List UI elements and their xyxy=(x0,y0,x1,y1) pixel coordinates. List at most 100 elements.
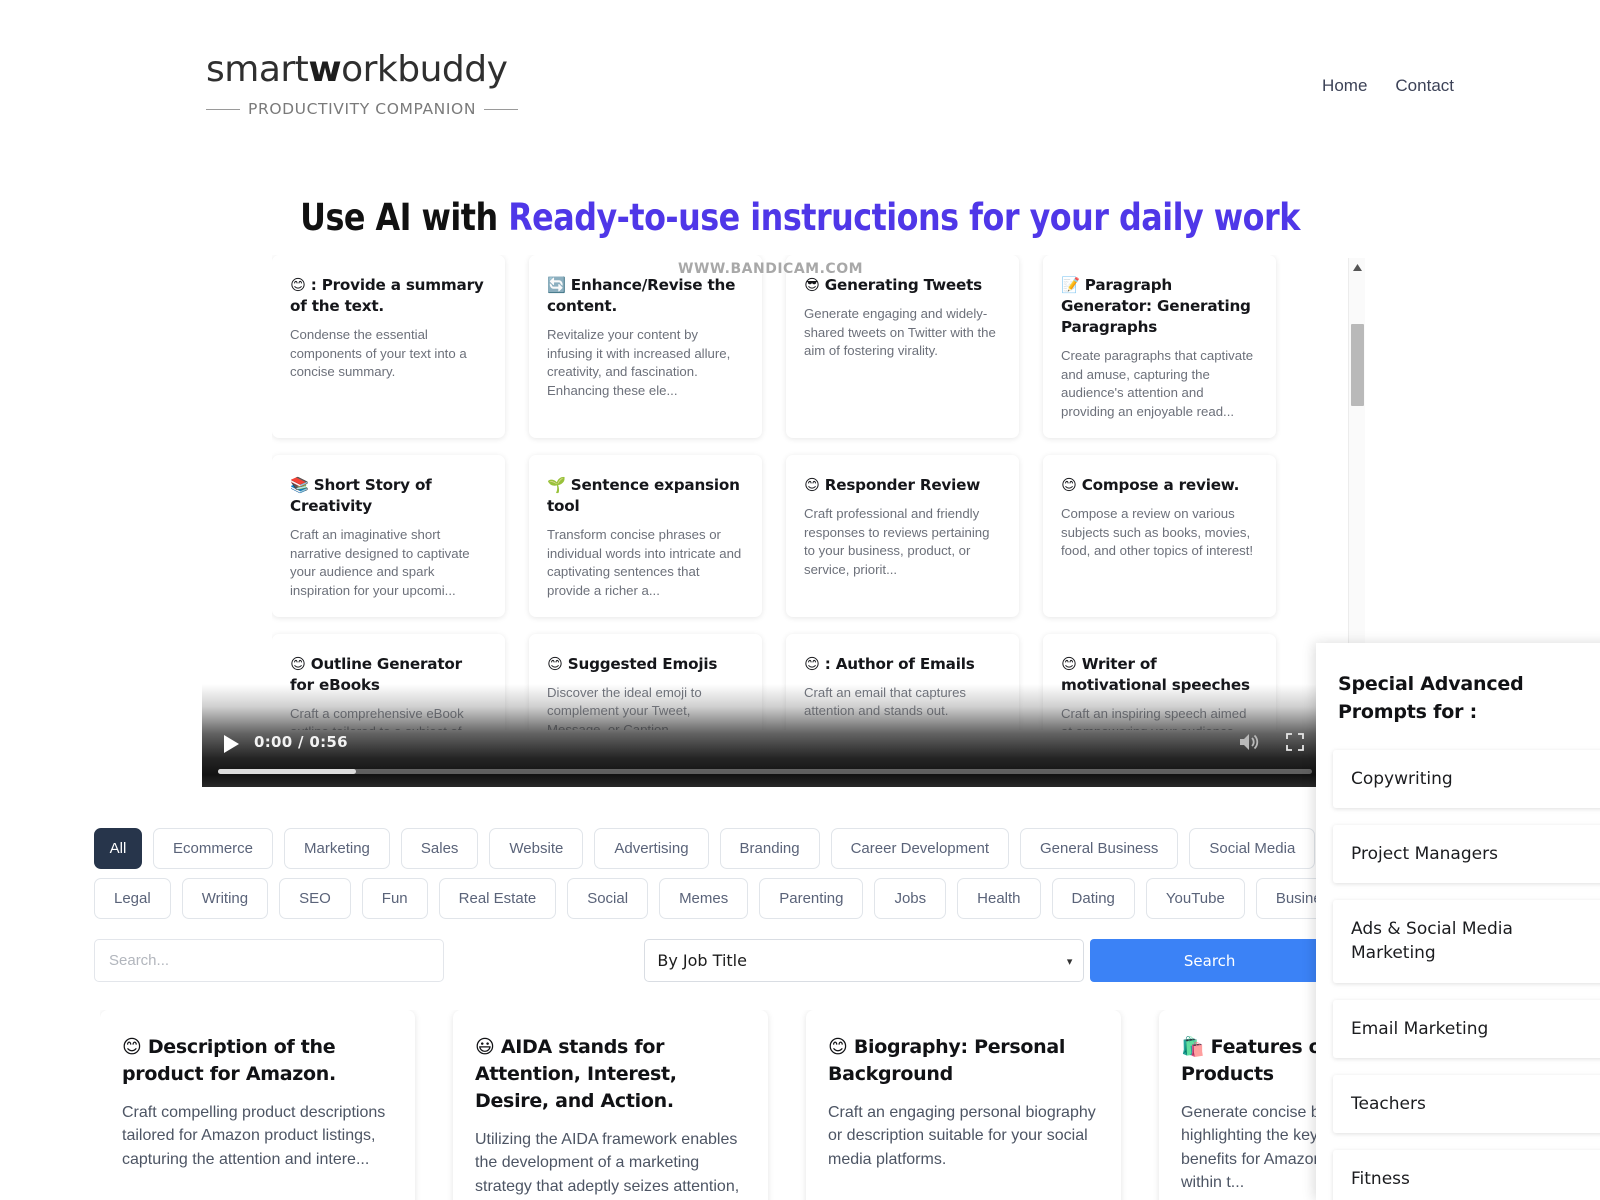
prompt-card-title-text: Sentence expansion tool xyxy=(547,475,740,515)
panel-item-list: Copywriting Project Managers Ads & Social … xyxy=(1316,750,1600,1200)
panel-item-email-marketing[interactable]: Email Marketing xyxy=(1333,999,1600,1058)
featured-prompt-card[interactable]: 😊 Biography: Personal Background Craft an… xyxy=(806,1010,1121,1200)
site-logo[interactable]: smartworkbuddy PRODUCTIVITY COMPANION xyxy=(206,49,519,118)
nav-item-home[interactable]: Home xyxy=(1322,76,1367,96)
special-prompts-panel[interactable]: Special Advanced Prompts for : Copywriti… xyxy=(1316,643,1600,1200)
featured-card-description: Utilizing the AIDA framework enables the… xyxy=(475,1130,740,1195)
prompt-card-description: Condense the essential components of you… xyxy=(290,326,467,380)
prompt-cards-region[interactable]: 😊 : Provide a summary of the text. Conden… xyxy=(272,255,1362,730)
search-button[interactable]: Search xyxy=(1090,939,1329,982)
video-controls-bar[interactable]: 0:00 / 0:56 xyxy=(202,722,1327,787)
prompt-card-title-text: Compose a review. xyxy=(1076,475,1240,494)
prompt-card-emoji-icon: 📝 xyxy=(1061,276,1080,294)
category-filter-social-media[interactable]: Social Media xyxy=(1189,828,1316,869)
category-filter-jobs[interactable]: Jobs xyxy=(874,878,947,919)
prompt-card-title-text: : Provide a summary of the text. xyxy=(290,276,484,315)
category-filter-website[interactable]: Website xyxy=(489,828,584,869)
search-input[interactable] xyxy=(94,939,445,982)
category-filter-ecommerce[interactable]: Ecommerce xyxy=(153,828,274,869)
category-filter-general-business[interactable]: General Business xyxy=(1020,828,1179,869)
prompt-card-title-text: Suggested Emojis xyxy=(562,654,718,673)
scrollbar-thumb[interactable] xyxy=(1351,324,1364,406)
prompt-card-description: Craft an email that captures attention a… xyxy=(804,684,966,719)
prompt-card[interactable]: 🔄 Enhance/Revise the content. Revitalize … xyxy=(529,255,762,438)
category-filter-advertising[interactable]: Advertising xyxy=(594,828,709,869)
prompt-card-title: 😊 Outline Generator for eBooks xyxy=(290,654,487,696)
featured-card-description: Craft compelling product descriptions ta… xyxy=(122,1103,386,1168)
video-progress-track[interactable] xyxy=(218,769,1312,774)
category-filter-all[interactable]: All xyxy=(94,828,142,869)
panel-item-fitness[interactable]: Fitness xyxy=(1333,1149,1600,1200)
volume-icon[interactable] xyxy=(1238,732,1260,757)
fullscreen-icon[interactable] xyxy=(1286,733,1304,756)
prompt-card[interactable]: 😊 Suggested Emojis Discover the ideal emo… xyxy=(529,633,762,730)
play-icon[interactable] xyxy=(218,731,244,757)
prompt-card-title: 🌱 Sentence expansion tool xyxy=(547,475,744,517)
prompt-card[interactable]: 😊 Outline Generator for eBooks Craft a co… xyxy=(272,633,505,730)
prompt-card[interactable]: 📝 Paragraph Generator: Generating Paragr… xyxy=(1043,255,1276,438)
prompt-card-emoji-icon: 😊 xyxy=(1061,654,1077,673)
category-filter-youtube[interactable]: YouTube xyxy=(1145,878,1245,919)
prompt-card-emoji-icon: 😎 xyxy=(804,276,820,294)
prompt-card[interactable]: 😊 Responder Review Craft professional and… xyxy=(786,454,1019,617)
video-progress-fill xyxy=(218,769,356,774)
category-filter-fun[interactable]: Fun xyxy=(361,878,428,919)
category-filter-legal[interactable]: Legal xyxy=(94,878,171,919)
site-header: smartworkbuddy PRODUCTIVITY COMPANION Ho… xyxy=(0,0,1600,160)
logo-wordmark: smartworkbuddy xyxy=(206,49,508,90)
logo-part-1: smart xyxy=(206,49,309,90)
prompt-card-title-text: Generating Tweets xyxy=(819,276,983,294)
prompt-card[interactable]: 😎 Generating Tweets Generate engaging and… xyxy=(786,255,1019,438)
panel-item-copywriting[interactable]: Copywriting xyxy=(1333,750,1600,809)
prompt-card-title: 😊 : Provide a summary of the text. xyxy=(290,275,487,317)
featured-prompt-card[interactable]: 😃 AIDA stands for Attention, Interest, D… xyxy=(453,1010,768,1200)
prompt-card[interactable]: 😊 : Provide a summary of the text. Conden… xyxy=(272,255,505,438)
category-filter-real-estate[interactable]: Real Estate xyxy=(438,878,557,919)
scroll-up-arrow-icon[interactable] xyxy=(1349,260,1366,274)
category-filter-career-development[interactable]: Career Development xyxy=(830,828,1009,869)
featured-card-title-text: Description of the product for Amazon. xyxy=(122,1036,336,1085)
prompt-card[interactable]: 😊 : Author of Emails Craft an email that … xyxy=(786,633,1019,730)
prompt-card-emoji-icon: 😊 xyxy=(804,475,820,494)
search-filter-select-wrap[interactable]: By Job Title ▾ xyxy=(544,939,1085,982)
logo-tagline: PRODUCTIVITY COMPANION xyxy=(248,100,477,118)
category-filter-marketing[interactable]: Marketing xyxy=(284,828,390,869)
category-filter-seo[interactable]: SEO xyxy=(279,878,351,919)
category-filter-social[interactable]: Social xyxy=(567,878,649,919)
category-filter-dating[interactable]: Dating xyxy=(1051,878,1135,919)
search-filter-select[interactable]: By Job Title xyxy=(644,939,1085,982)
prompt-card[interactable]: 😊 Compose a review. Compose a review on v… xyxy=(1043,454,1276,617)
panel-item-ads-social-media-marketing[interactable]: Ads & Social Media Marketing xyxy=(1333,900,1600,983)
prompt-card-description: Generate engaging and widely-shared twee… xyxy=(804,305,996,359)
nav-item-contact[interactable]: Contact xyxy=(1395,76,1454,96)
category-filter-memes[interactable]: Memes xyxy=(659,878,749,919)
prompt-card[interactable]: 😊 Writer of motivational speeches Craft a… xyxy=(1043,633,1276,730)
category-filter-branding[interactable]: Branding xyxy=(719,828,820,869)
prompt-card[interactable]: 📚 Short Story of Creativity Craft an imag… xyxy=(272,454,505,617)
featured-card-description: Craft an engaging personal biography or … xyxy=(828,1103,1096,1168)
prompt-card-title: 😊 : Author of Emails xyxy=(804,654,1001,675)
category-filter-health[interactable]: Health xyxy=(957,878,1041,919)
prompt-card-description: Create paragraphs that captivate and amu… xyxy=(1061,347,1254,420)
prompt-card-emoji-icon: 😊 xyxy=(804,654,820,673)
category-filter-sales[interactable]: Sales xyxy=(400,828,479,869)
prompt-card-title-text: Enhance/Revise the content. xyxy=(547,276,736,315)
prompt-card-emoji-icon: 🌱 xyxy=(547,475,566,494)
featured-prompt-cards: 😊 Description of the product for Amazon.… xyxy=(100,1010,1520,1200)
prompt-card-emoji-icon: 😊 xyxy=(290,276,306,294)
page-title: Use AI with Ready-to-use instructions fo… xyxy=(112,196,1488,239)
category-filter-writing[interactable]: Writing xyxy=(181,878,269,919)
category-filter-row-2: Legal Writing SEO Fun Real Estate Social Memes… xyxy=(94,878,1357,919)
prompt-cards-grid: 😊 : Provide a summary of the text. Conden… xyxy=(272,255,1342,730)
category-filter-parenting[interactable]: Parenting xyxy=(759,878,864,919)
prompt-card[interactable]: 🌱 Sentence expansion tool Transform conci… xyxy=(529,454,762,617)
prompt-card-title-text: Short Story of Creativity xyxy=(290,475,432,515)
prompt-grid-scrollbar[interactable] xyxy=(1348,258,1365,670)
bandicam-watermark: WWW.BANDICAM.COM xyxy=(678,261,864,277)
panel-item-teachers[interactable]: Teachers xyxy=(1333,1074,1600,1133)
prompt-card-title: 😎 Generating Tweets xyxy=(804,275,1001,296)
video-time-display: 0:00 / 0:56 xyxy=(254,733,348,751)
featured-prompt-card[interactable]: 😊 Description of the product for Amazon.… xyxy=(100,1010,415,1200)
panel-item-project-managers[interactable]: Project Managers xyxy=(1333,825,1600,884)
featured-card-emoji-icon: 😃 xyxy=(475,1036,495,1058)
